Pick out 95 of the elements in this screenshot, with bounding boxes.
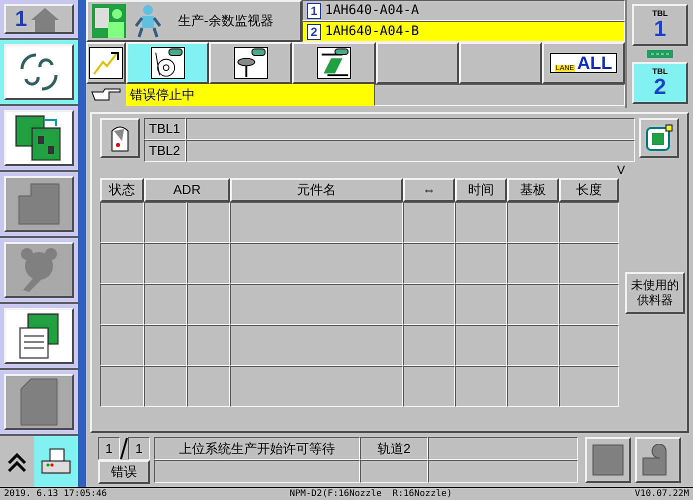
all-text: ALL — [577, 54, 612, 72]
table-cell — [187, 243, 230, 284]
table-label: TBL1 — [144, 118, 186, 140]
table-button[interactable]: TBL 2 — [632, 62, 688, 104]
link-indicator-icon — [647, 50, 673, 58]
feeder-button[interactable] — [100, 118, 140, 158]
slash-icon — [120, 437, 128, 460]
square-icon — [592, 444, 624, 476]
column-header: ⇔ — [403, 178, 455, 202]
table-cell — [507, 284, 559, 325]
sidebar-button[interactable] — [0, 106, 78, 172]
table-cell — [507, 325, 559, 366]
unused-feeder-button[interactable]: 未使用的供料器 — [625, 272, 685, 314]
column-header: 元件名 — [230, 178, 403, 202]
tool-tab[interactable] — [376, 42, 459, 84]
lane-label: 轨道2 — [360, 437, 428, 460]
robot-icon — [134, 4, 162, 38]
table-cell — [559, 325, 619, 366]
column-header: 时间 — [455, 178, 507, 202]
double-chevron-up-icon — [6, 450, 28, 472]
table-cell — [403, 366, 455, 407]
table-label: TBL2 — [144, 140, 186, 162]
operator-icon — [92, 4, 126, 38]
table-cell — [455, 325, 507, 366]
sidebar-button[interactable]: 1 — [0, 0, 78, 40]
table-cell — [507, 202, 559, 243]
nozzle-icon — [234, 46, 267, 80]
tool-tab[interactable] — [292, 42, 376, 84]
table-cell — [144, 284, 187, 325]
printer-icon — [40, 446, 72, 476]
table-cell — [455, 284, 507, 325]
sidebar-button[interactable] — [0, 370, 78, 436]
table-cell — [187, 366, 230, 407]
table-cell — [100, 202, 144, 243]
table-cell — [455, 243, 507, 284]
table-cell — [100, 325, 144, 366]
tool-tab[interactable] — [86, 42, 126, 84]
board-refresh-button[interactable] — [639, 118, 679, 158]
table-cell — [455, 366, 507, 407]
host-status: 上位系统生产开始许可等待 — [154, 437, 360, 460]
tool-tab[interactable] — [209, 42, 292, 84]
table-cell — [187, 325, 230, 366]
lane-number: 2 — [307, 24, 321, 40]
tool-tab[interactable] — [126, 42, 210, 84]
table-cell — [403, 202, 455, 243]
screen-number: 1 — [14, 8, 28, 30]
sort-indicator: V — [616, 162, 625, 178]
stop-button[interactable] — [585, 437, 631, 483]
error-message: 错误停止中 — [126, 84, 374, 106]
shape-button[interactable] — [635, 437, 681, 483]
table-cell — [559, 243, 619, 284]
status-field — [360, 460, 428, 483]
table-cell — [144, 366, 187, 407]
column-header: ADR — [144, 178, 230, 202]
page-number: 1 — [98, 437, 120, 460]
table-cell — [559, 202, 619, 243]
table-cell — [507, 243, 559, 284]
table-cell — [403, 243, 455, 284]
column-header: 长度 — [559, 178, 619, 202]
table-cell — [507, 366, 559, 407]
program-name: 1AH640-A04-A — [325, 2, 419, 20]
lane-number: 1 — [307, 2, 321, 18]
program-name: 1AH640-A04-B — [325, 22, 419, 41]
column-header: 状态 — [100, 178, 144, 202]
table-cell — [403, 325, 455, 366]
error-button[interactable]: 错误 — [98, 460, 150, 484]
sidebar-button[interactable] — [0, 40, 78, 106]
page-count: 1 — [128, 437, 150, 460]
date-time: 2019. 6.13 17:05:46 — [4, 490, 107, 498]
table-cell — [144, 243, 187, 284]
table-cell — [100, 243, 144, 284]
table-button[interactable]: TBL 1 — [632, 4, 688, 46]
table-cell — [403, 284, 455, 325]
table-cell — [100, 366, 144, 407]
table-cell — [559, 284, 619, 325]
table-cell — [559, 366, 619, 407]
tool-tab[interactable] — [458, 42, 542, 84]
table-cell — [187, 202, 230, 243]
pointing-hand-icon — [91, 88, 121, 102]
table-cell — [100, 284, 144, 325]
lane-program-row[interactable]: 1 1AH640-A04-A — [302, 0, 625, 21]
sidebar-button[interactable] — [0, 304, 78, 370]
table-cell — [144, 202, 187, 243]
software-version: V10.07.22M — [634, 490, 689, 498]
print-button[interactable] — [34, 436, 78, 487]
table-cell — [455, 202, 507, 243]
column-header: 基板 — [507, 178, 559, 202]
table-cell — [187, 284, 230, 325]
screen-title: 生产-余数监视器 — [178, 12, 274, 30]
sidebar-button[interactable] — [0, 238, 78, 304]
board-cycle-icon — [645, 124, 673, 152]
lane-program-row[interactable]: 2 1AH640-A04-B — [302, 21, 625, 42]
sidebar-button[interactable] — [0, 172, 78, 238]
machine-model: NPM-D2(F:16Nozzle R:16Nozzle) — [290, 490, 452, 498]
table-cell — [144, 325, 187, 366]
